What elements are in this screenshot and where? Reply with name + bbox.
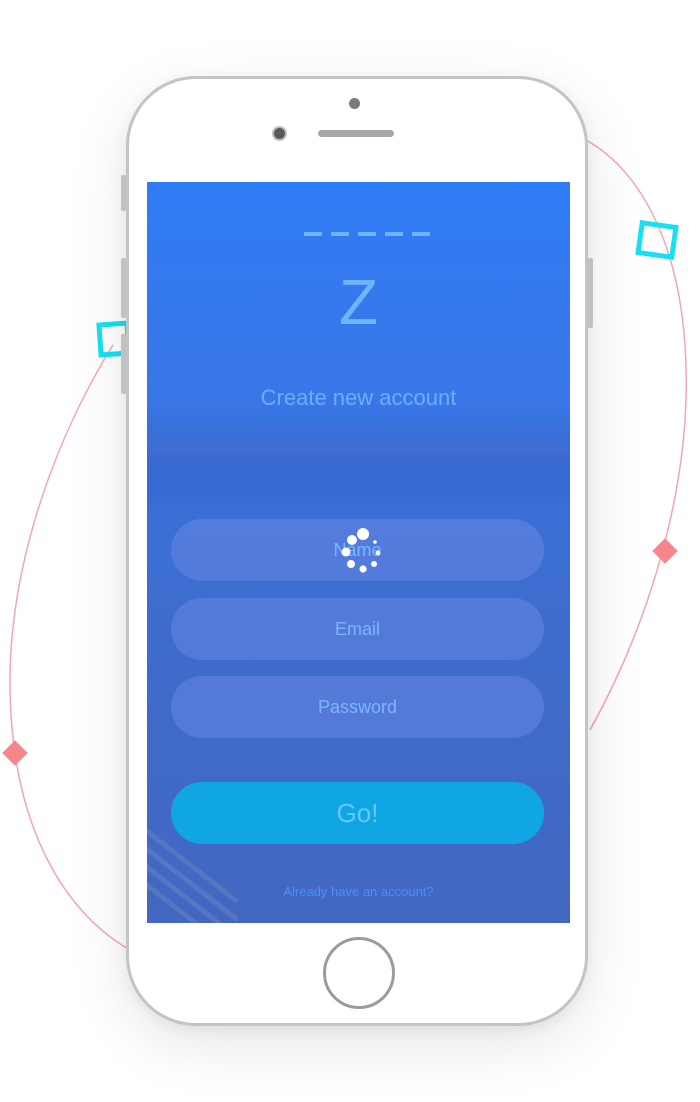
login-link[interactable]: Already have an account? — [147, 884, 570, 899]
camera-icon — [272, 126, 287, 141]
email-input[interactable] — [171, 598, 544, 660]
phone-home-button — [323, 937, 395, 1009]
decorative-diamond-right — [652, 538, 678, 564]
brand-logo: Z — [338, 266, 379, 338]
progress-dashes — [304, 232, 436, 236]
password-input[interactable] — [171, 676, 544, 738]
decorative-diamond-left — [2, 740, 28, 766]
phone-power-button — [588, 258, 593, 328]
app-screen: Z Create new account Go! Already have an… — [147, 182, 570, 923]
mockup-stage: Z Create new account Go! Already have an… — [0, 0, 700, 1102]
decorative-square-right — [635, 219, 679, 261]
phone-speaker — [318, 130, 394, 137]
go-button[interactable]: Go! — [171, 782, 544, 844]
background-horizon — [147, 417, 570, 497]
decorative-curve-left — [9, 344, 131, 951]
loading-spinner-icon — [341, 528, 381, 573]
page-title: Create new account — [260, 385, 457, 410]
phone-sensor — [349, 98, 360, 109]
